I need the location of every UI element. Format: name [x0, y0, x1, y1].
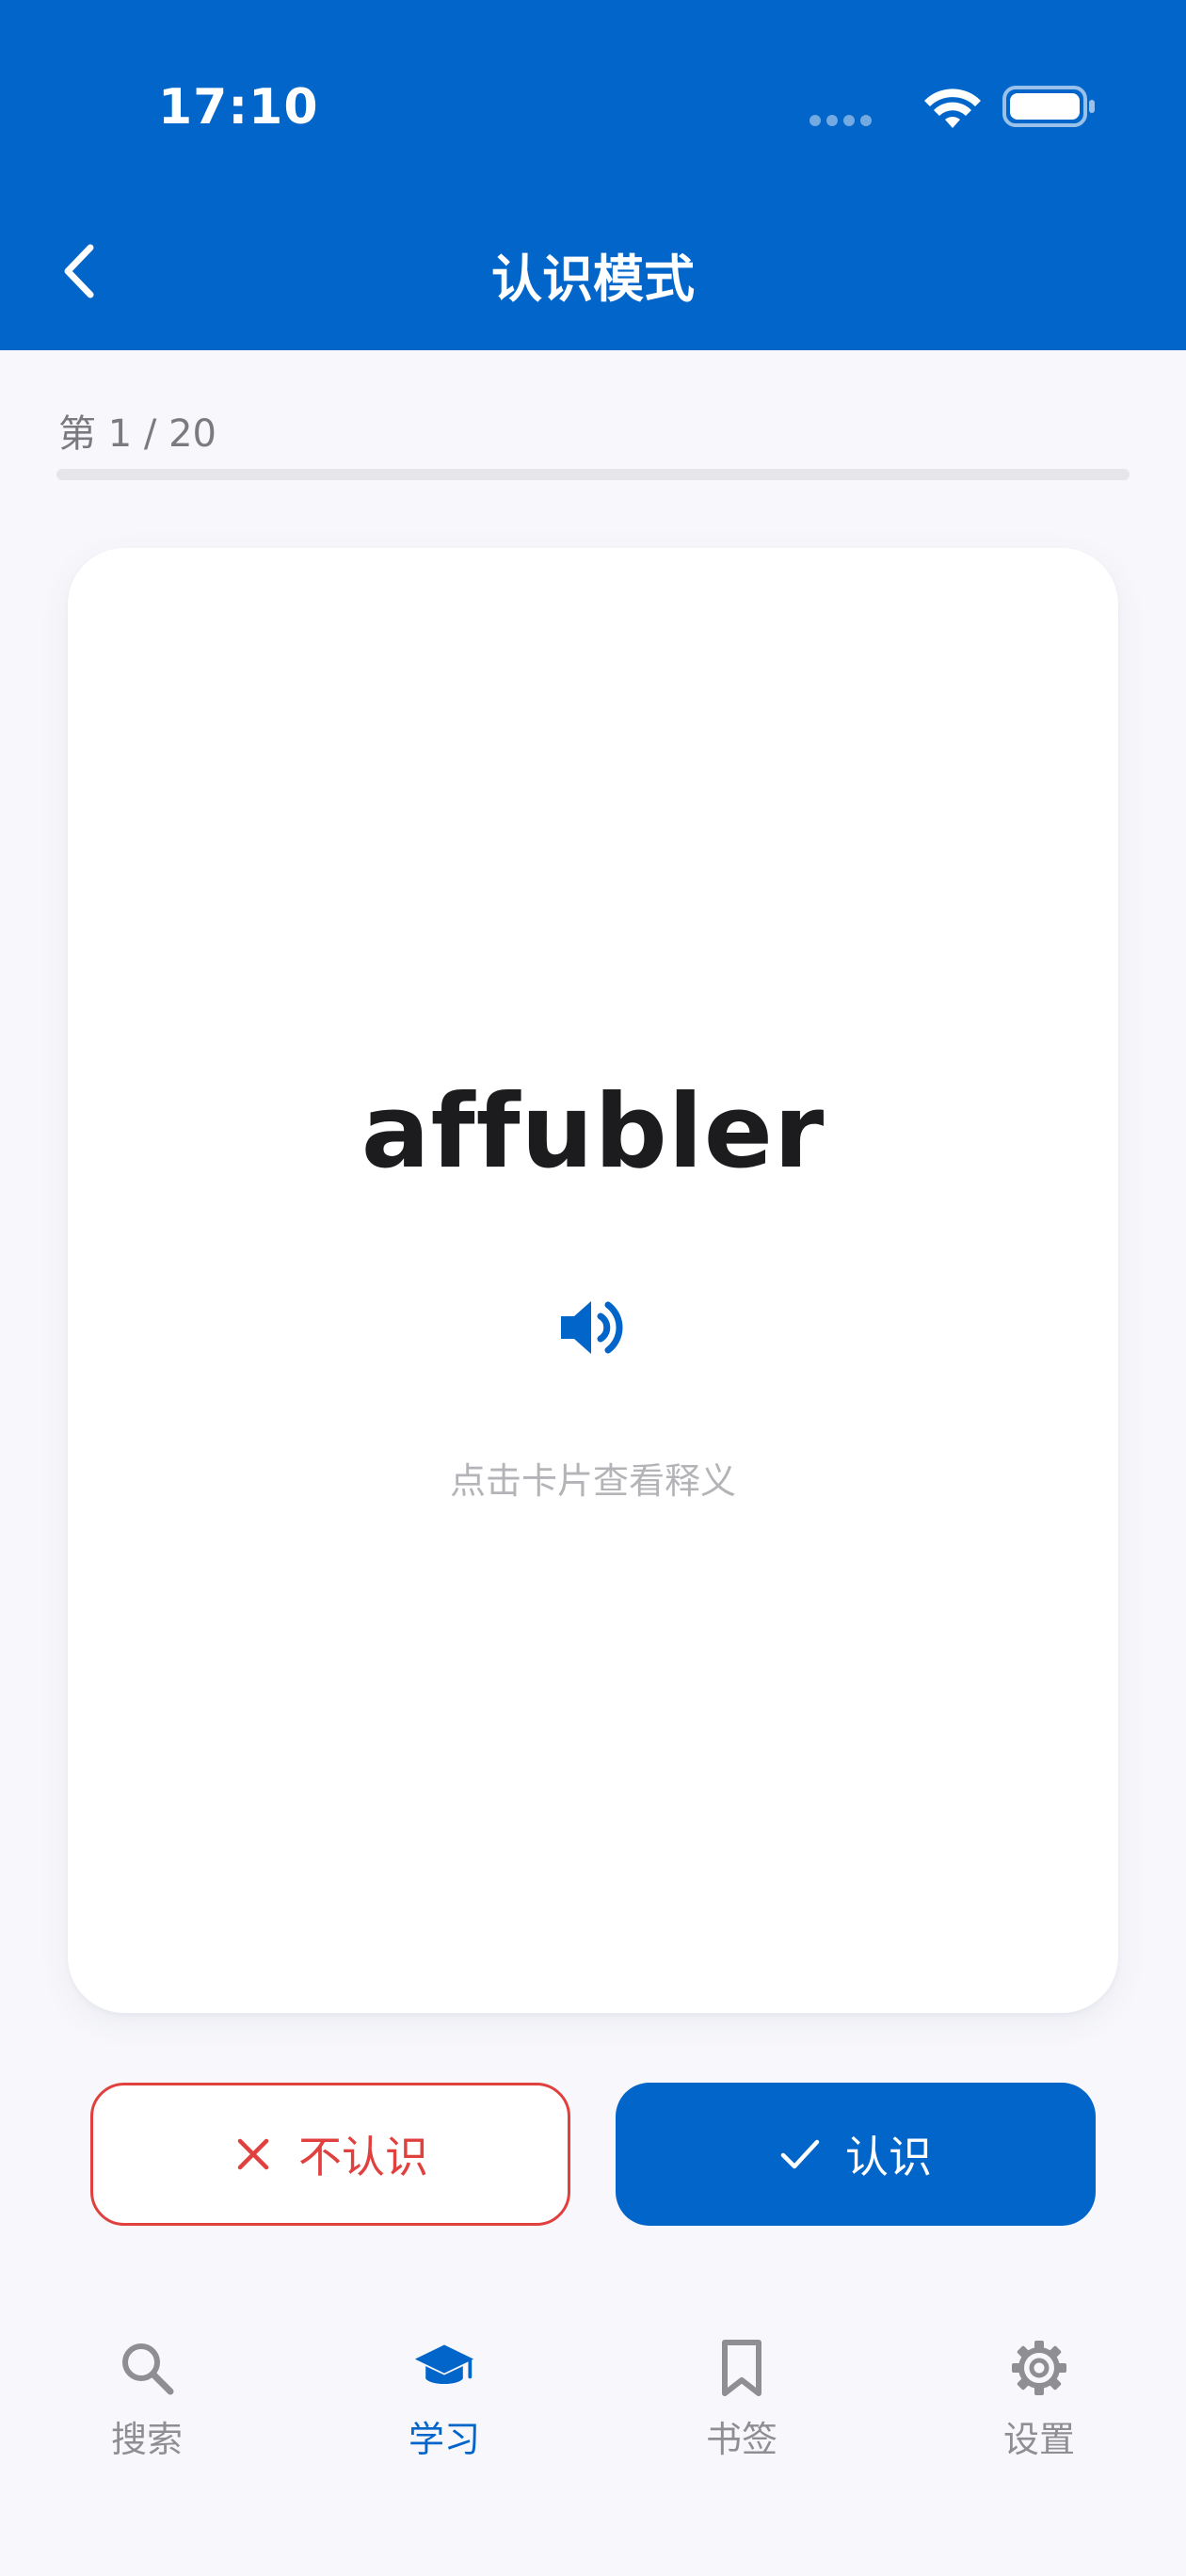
graduation-cap-icon: [413, 2337, 475, 2399]
known-button-label: 认识: [845, 2132, 932, 2182]
tab-label: 设置: [1002, 2419, 1075, 2460]
bookmark-icon: [711, 2337, 773, 2399]
status-icons: [809, 0, 1186, 217]
tab-label: 搜索: [110, 2419, 183, 2460]
tab-bookmarks[interactable]: 书签: [648, 2337, 836, 2497]
gear-icon: [1008, 2337, 1070, 2399]
word-text: affubler: [361, 1073, 825, 1191]
tab-search[interactable]: 搜索: [53, 2337, 241, 2497]
page-title: 认识模式: [491, 250, 695, 309]
unknown-button[interactable]: 不认识: [90, 2083, 570, 2226]
check-icon: [779, 2133, 821, 2175]
wifi-icon: [924, 89, 981, 128]
known-button[interactable]: 认识: [616, 2083, 1096, 2226]
search-icon: [116, 2337, 178, 2399]
progress-label: 第 1 / 20: [58, 412, 216, 456]
tab-settings[interactable]: 设置: [945, 2337, 1133, 2497]
battery-icon: [1002, 86, 1095, 127]
flashcard[interactable]: affubler 点击卡片查看释义: [68, 548, 1118, 2013]
speaker-icon: [561, 1301, 623, 1354]
tab-label: 书签: [705, 2419, 777, 2460]
signal-icon: [809, 115, 873, 126]
tab-bar: 搜索 学习 书签 设置: [0, 2297, 1186, 2576]
header: 17:10 认识模式: [0, 0, 1186, 350]
unknown-button-label: 不认识: [298, 2132, 428, 2182]
pronounce-button[interactable]: [548, 1282, 638, 1373]
close-icon: [232, 2133, 274, 2175]
tap-hint: 点击卡片查看释义: [449, 1460, 736, 1502]
tab-label: 学习: [408, 2419, 480, 2460]
flashcard-screen: 17:10 认识模式 第 1 / 20 affubler 点击卡片查看释义 不认…: [0, 0, 1186, 2576]
status-time: 17:10: [158, 79, 319, 136]
progress-bar: [56, 469, 1130, 480]
tab-study[interactable]: 学习: [350, 2337, 538, 2497]
